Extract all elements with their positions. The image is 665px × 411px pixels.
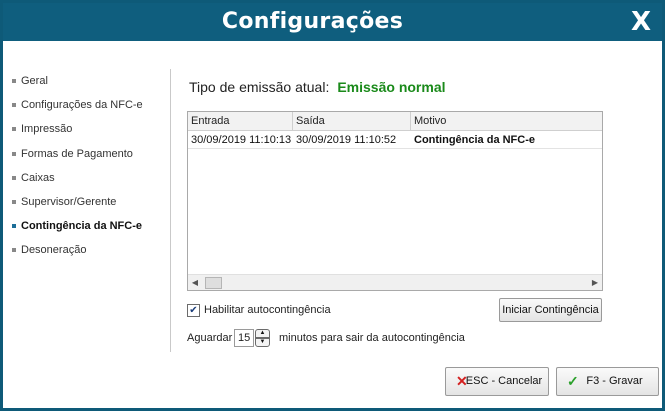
configuracoes-window: Configurações X Geral Configurações da N… (0, 0, 665, 411)
sidebar-item-label: Geral (21, 75, 48, 87)
bullet-icon (12, 127, 16, 132)
scroll-right-icon[interactable]: ▶ (588, 275, 602, 291)
cell-entrada: 30/09/2019 11:10:13 (191, 134, 292, 146)
auto-contingencia-checkbox[interactable]: ✔ (187, 304, 200, 317)
iniciar-contingencia-button[interactable]: Iniciar Contingência (499, 298, 602, 322)
await-suffix: minutos para sair da autocontingência (279, 332, 465, 344)
sidebar-item-caixas[interactable]: Caixas (9, 168, 169, 192)
sidebar-item-label: Configurações da NFC-e (21, 99, 143, 112)
close-button[interactable]: X (620, 3, 662, 41)
grid-header: Entrada Saída Motivo (188, 112, 602, 131)
sidebar-item-label: Contingência da NFC-e (21, 220, 143, 233)
sidebar-item-supervisor[interactable]: Supervisor/Gerente (9, 192, 169, 216)
sidebar-item-impressao[interactable]: Impressão (9, 119, 169, 143)
horizontal-scrollbar[interactable]: ◀ ▶ (188, 274, 602, 290)
bullet-icon (12, 248, 16, 253)
sidebar-item-label: Desoneração (21, 244, 87, 257)
contingency-grid: Entrada Saída Motivo 30/09/2019 11:10:13… (187, 111, 603, 291)
emission-label: Tipo de emissão atual: (189, 79, 330, 95)
emission-value: Emissão normal (337, 79, 446, 95)
sidebar-item-formas-pagamento[interactable]: Formas de Pagamento (9, 144, 169, 168)
sidebar-item-configuracoes-nfce[interactable]: Configurações da NFC-e (9, 95, 169, 119)
vertical-divider (170, 69, 171, 352)
cell-saida: 30/09/2019 11:10:52 (296, 134, 397, 146)
save-label: F3 - Gravar (586, 375, 643, 387)
bullet-icon (12, 175, 16, 180)
auto-contingencia-label: Habilitar autocontingência (204, 304, 331, 316)
cancel-button[interactable]: ✕ ESC - Cancelar (445, 367, 549, 396)
column-header-entrada[interactable]: Entrada (188, 112, 293, 131)
minutes-input[interactable]: 15 (234, 329, 254, 347)
bullet-icon (12, 199, 16, 204)
cancel-label: ESC - Cancelar (465, 375, 543, 387)
title-bar: Configurações X (3, 3, 662, 41)
sidebar-item-label: Supervisor/Gerente (21, 195, 117, 208)
cell-motivo: Contingência da NFC-e (414, 134, 536, 146)
bullet-icon (12, 151, 16, 156)
minutes-stepper: ▲ ▼ (255, 329, 270, 347)
sidebar-item-label: Caixas (21, 171, 55, 184)
scroll-left-icon[interactable]: ◀ (188, 275, 202, 291)
bullet-icon (12, 224, 16, 229)
column-header-motivo[interactable]: Motivo (411, 112, 602, 131)
check-icon: ✓ (567, 373, 579, 389)
sidebar-item-contingencia[interactable]: Contingência da NFC-e (9, 216, 169, 240)
close-icon: ✕ (456, 373, 468, 389)
bullet-icon (12, 103, 16, 108)
emission-status: Tipo de emissão atual: Emissão normal (189, 79, 446, 95)
stepper-down-icon[interactable]: ▼ (255, 338, 270, 347)
await-prefix: Aguardar (187, 332, 233, 344)
sidebar: Geral Configurações da NFC-e Impressão F… (9, 71, 169, 265)
sidebar-item-label: Impressão (21, 123, 73, 136)
stepper-up-icon[interactable]: ▲ (255, 329, 270, 338)
table-row[interactable]: 30/09/2019 11:10:13 30/09/2019 11:10:52 … (188, 131, 602, 149)
sidebar-item-geral[interactable]: Geral (9, 71, 169, 95)
sidebar-item-desoneracao[interactable]: Desoneração (9, 240, 169, 264)
sidebar-item-label: Formas de Pagamento (21, 147, 133, 160)
column-header-saida[interactable]: Saída (293, 112, 411, 131)
bullet-icon (12, 79, 16, 83)
scroll-thumb[interactable] (205, 277, 222, 289)
window-title: Configurações (221, 9, 404, 34)
save-button[interactable]: ✓ F3 - Gravar (556, 367, 659, 396)
